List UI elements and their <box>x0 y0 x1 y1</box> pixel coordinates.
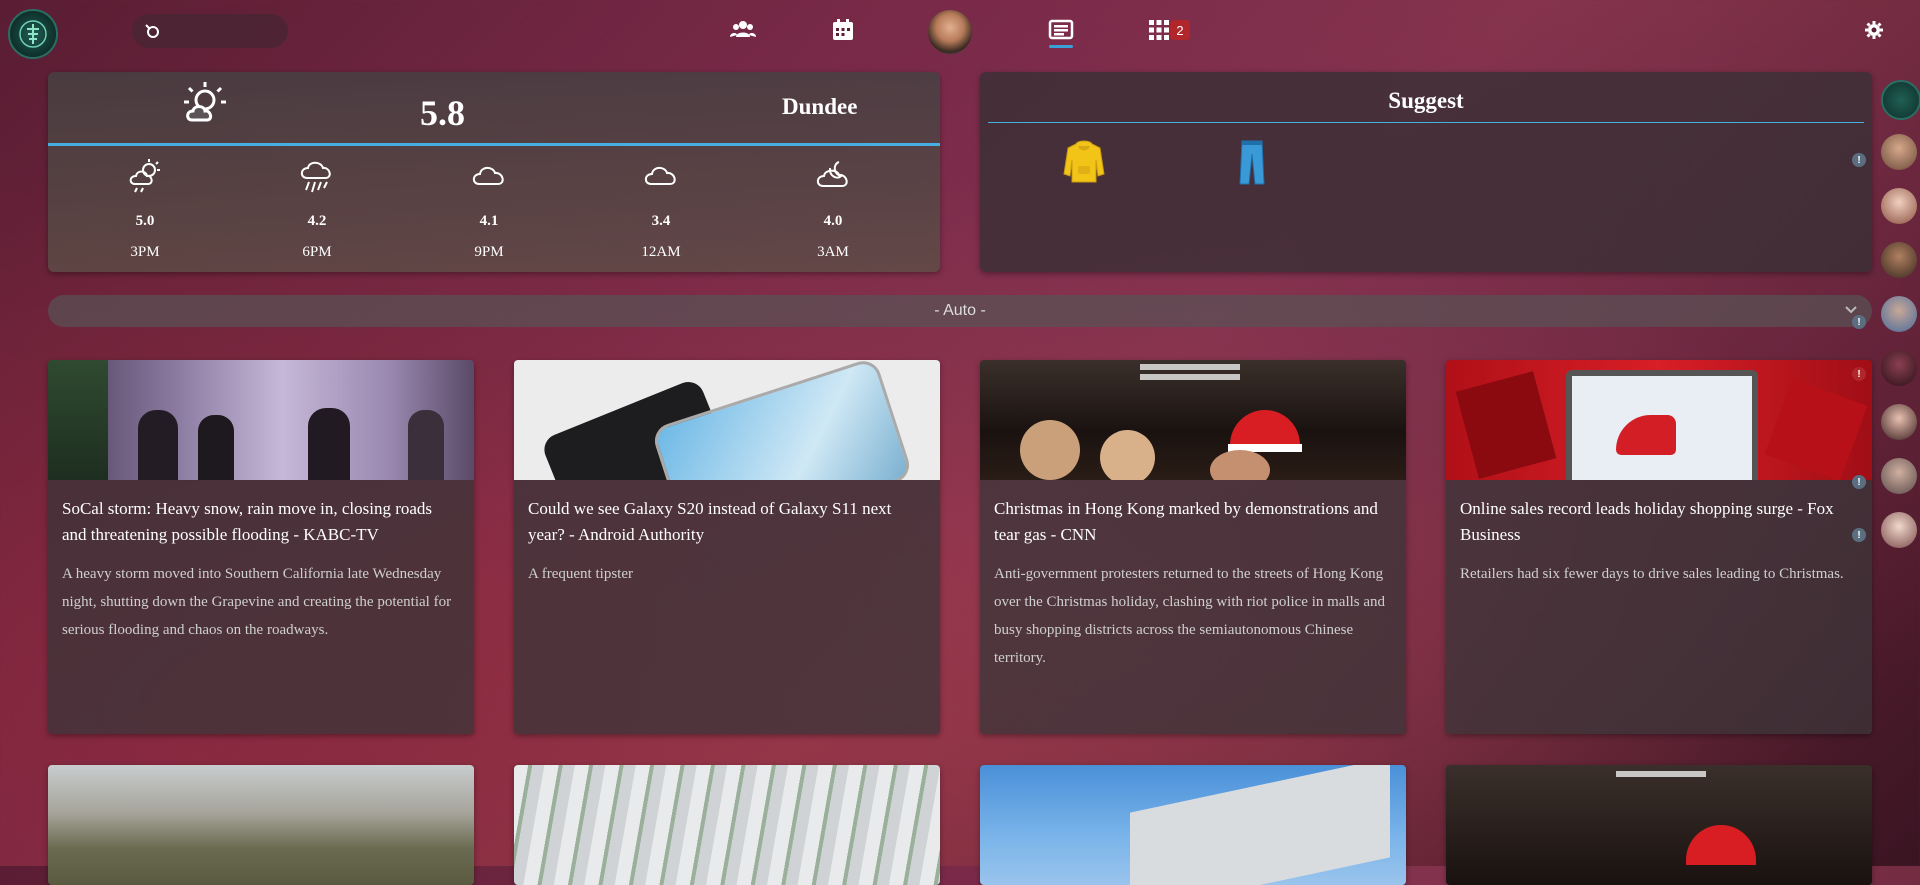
news-title[interactable]: Online sales record leads holiday shoppi… <box>1460 496 1858 548</box>
user-avatar[interactable] <box>928 10 972 54</box>
suggest-title: Suggest <box>1388 88 1464 113</box>
info-icon[interactable]: ! <box>1852 528 1866 542</box>
news-image <box>980 360 1406 480</box>
hoodie-icon[interactable] <box>1062 138 1106 186</box>
info-icon[interactable]: ! <box>1852 315 1866 329</box>
search-icon <box>145 24 159 38</box>
news-image <box>48 765 474 885</box>
news-description: Retailers had six fewer days to drive sa… <box>1460 566 1844 582</box>
suggest-divider <box>988 122 1864 123</box>
contact-avatar[interactable] <box>1881 188 1917 224</box>
forecast-item: 4.2 6PM <box>267 156 367 261</box>
cloud-icon <box>644 166 676 185</box>
rain-icon <box>300 161 331 193</box>
app-logo-icon[interactable] <box>1881 80 1920 120</box>
feed-selector[interactable]: - Auto - <box>48 295 1872 327</box>
jeans-icon[interactable] <box>1230 138 1274 186</box>
news-card[interactable] <box>1446 765 1872 885</box>
contact-avatar[interactable] <box>1881 242 1917 278</box>
contact-avatar[interactable] <box>1881 404 1917 440</box>
city-name: Dundee <box>782 94 858 119</box>
current-temperature: 5.8 <box>420 93 465 133</box>
top-bar: 2 <box>0 0 1920 60</box>
news-card[interactable] <box>980 765 1406 885</box>
weather-divider <box>48 143 940 146</box>
news-card[interactable]: SoCal storm: Heavy snow, rain move in, c… <box>48 360 474 734</box>
partly-sunny-rain-icon <box>129 159 160 193</box>
forecast-item: 5.0 3PM <box>95 156 195 261</box>
news-title[interactable]: SoCal storm: Heavy snow, rain move in, c… <box>62 496 460 548</box>
news-card[interactable] <box>514 765 940 885</box>
partly-cloudy-night-icon <box>816 161 848 187</box>
news-image <box>1446 765 1872 885</box>
news-title[interactable]: Could we see Galaxy S20 instead of Galax… <box>528 496 926 548</box>
forecast-item: 4.0 3AM <box>783 156 883 261</box>
forecast-item: 4.1 9PM <box>439 156 539 261</box>
active-tab-indicator <box>1049 45 1073 48</box>
news-image <box>514 360 940 480</box>
contact-avatar[interactable] <box>1881 458 1917 494</box>
people-icon[interactable] <box>730 17 756 43</box>
forecast-item: 3.4 12AM <box>611 156 711 261</box>
news-card[interactable]: Online sales record leads holiday shoppi… <box>1446 360 1872 734</box>
apps-badge: 2 <box>1170 20 1190 40</box>
cloud-icon <box>472 166 504 185</box>
news-image <box>48 360 474 480</box>
info-icon[interactable]: ! <box>1852 367 1866 381</box>
suggest-panel: Suggest <box>980 72 1872 272</box>
info-icon[interactable]: ! <box>1852 475 1866 489</box>
news-icon[interactable] <box>1048 17 1074 43</box>
search-input[interactable] <box>132 14 288 48</box>
contact-avatar[interactable] <box>1881 134 1917 170</box>
news-description: A frequent tipster <box>528 566 633 582</box>
news-title[interactable]: Christmas in Hong Kong marked by demonst… <box>994 496 1392 548</box>
contact-avatar[interactable] <box>1881 350 1917 386</box>
contact-avatar[interactable] <box>1881 512 1917 548</box>
feed-selector-value: - Auto - <box>934 302 986 319</box>
weather-panel: 5.8 Dundee 5.0 3PM 4.2 6PM 4.1 9PM 3.4 1… <box>48 72 940 272</box>
news-description: Anti-government protesters returned to t… <box>994 566 1386 666</box>
app-logo-icon[interactable] <box>8 9 58 59</box>
news-card[interactable]: Christmas in Hong Kong marked by demonst… <box>980 360 1406 734</box>
news-card[interactable] <box>48 765 474 885</box>
apps-grid-icon[interactable] <box>1146 17 1172 43</box>
news-image <box>514 765 940 885</box>
news-image <box>1446 360 1872 480</box>
gear-icon[interactable] <box>1864 20 1884 40</box>
partly-sunny-icon <box>184 82 226 122</box>
calendar-icon[interactable] <box>830 17 856 43</box>
news-description: A heavy storm moved into Southern Califo… <box>62 566 452 638</box>
info-icon[interactable]: ! <box>1852 153 1866 167</box>
news-card[interactable]: Could we see Galaxy S20 instead of Galax… <box>514 360 940 734</box>
news-image <box>980 765 1406 885</box>
contact-avatar[interactable] <box>1881 296 1917 332</box>
